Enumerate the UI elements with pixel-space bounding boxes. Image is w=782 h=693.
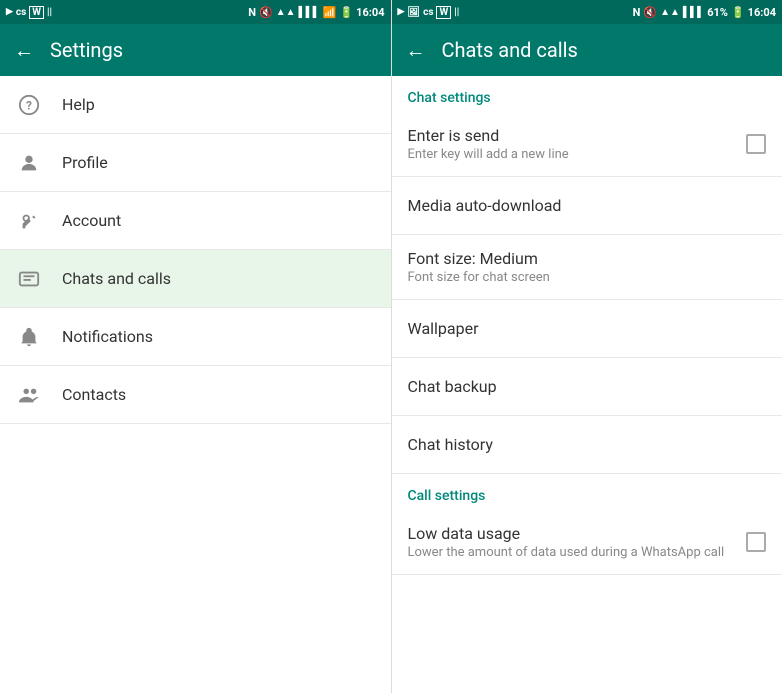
- chat-backup-text: Chat backup: [408, 377, 497, 396]
- settings-title: Settings: [50, 38, 123, 62]
- contacts-icon: [16, 382, 42, 408]
- enter-is-send-subtitle: Enter key will add a new line: [408, 147, 569, 162]
- right-toolbar: ← Chats and calls: [392, 24, 782, 76]
- wifi-icon-right: ▲▲: [660, 7, 680, 18]
- battery-icon-right: 🔋: [731, 6, 745, 19]
- notifications-label: Notifications: [62, 327, 153, 346]
- chat-backup-item[interactable]: Chat backup: [392, 358, 782, 416]
- notifications-icon: [16, 324, 42, 350]
- chats-icon: [16, 266, 42, 292]
- time-label: 16:04: [356, 6, 384, 19]
- n-icon: N: [248, 6, 256, 19]
- low-data-usage-title: Low data usage: [408, 524, 725, 543]
- call-settings-header: Call settings: [392, 474, 782, 510]
- wifi-icon: ▲▲: [276, 7, 296, 18]
- font-size-item[interactable]: Font size: Medium Font size for chat scr…: [392, 235, 782, 300]
- left-toolbar: ← Settings: [0, 24, 391, 76]
- chat-history-text: Chat history: [408, 435, 493, 454]
- image-icon: 🖼: [407, 7, 420, 18]
- chats-calls-title: Chats and calls: [442, 38, 578, 62]
- left-panel: ▶ cs W || N 🔇 ▲▲ ▌▌▌ 📶 🔋 16:04 ← Setting…: [0, 0, 392, 693]
- w-icon-right: W: [436, 6, 451, 19]
- right-panel: ▶ 🖼 cs W || N 🔇 ▲▲ ▌▌▌ 61% 🔋 16:04 ← Cha…: [392, 0, 782, 693]
- right-content: Chat settings Enter is send Enter key wi…: [392, 76, 782, 693]
- back-button-right[interactable]: ←: [406, 38, 426, 63]
- signal-icon-right: ▌▌▌: [683, 7, 704, 18]
- left-status-bar: ▶ cs W || N 🔇 ▲▲ ▌▌▌ 📶 🔋 16:04: [0, 0, 391, 24]
- font-size-title: Font size: Medium: [408, 249, 550, 268]
- chat-history-item[interactable]: Chat history: [392, 416, 782, 474]
- menu-item-profile[interactable]: Profile: [0, 134, 391, 192]
- menu-item-chats[interactable]: Chats and calls: [0, 250, 391, 308]
- signal-bars: ||: [47, 7, 52, 18]
- mute-icon-right: 🔇: [643, 6, 657, 19]
- menu-item-account[interactable]: Account: [0, 192, 391, 250]
- low-data-usage-text: Low data usage Lower the amount of data …: [408, 524, 725, 560]
- enter-is-send-checkbox[interactable]: [746, 134, 766, 154]
- media-auto-download-title: Media auto-download: [408, 196, 562, 215]
- font-size-subtitle: Font size for chat screen: [408, 270, 550, 285]
- svg-text:?: ?: [26, 98, 32, 112]
- mute-icon: 🔇: [259, 6, 273, 19]
- contacts-label: Contacts: [62, 385, 126, 404]
- low-data-usage-checkbox[interactable]: [746, 532, 766, 552]
- settings-menu: ? Help Profile Account: [0, 76, 391, 693]
- left-status-icons: ▶ cs W ||: [6, 6, 52, 19]
- profile-icon: [16, 150, 42, 176]
- battery-icon: 🔋: [339, 6, 353, 19]
- media-auto-download-item[interactable]: Media auto-download: [392, 177, 782, 235]
- wallpaper-title: Wallpaper: [408, 319, 479, 338]
- media-auto-download-text: Media auto-download: [408, 196, 562, 215]
- cs-label: cs: [16, 7, 26, 18]
- play-icon-right: ▶: [398, 7, 405, 17]
- chats-label: Chats and calls: [62, 269, 171, 288]
- chat-settings-header: Chat settings: [392, 76, 782, 112]
- account-label: Account: [62, 211, 121, 230]
- low-data-usage-subtitle: Lower the amount of data used during a W…: [408, 545, 725, 560]
- menu-item-help[interactable]: ? Help: [0, 76, 391, 134]
- chat-backup-title: Chat backup: [408, 377, 497, 396]
- chat-history-title: Chat history: [408, 435, 493, 454]
- right-status-icons: N 🔇 ▲▲ ▌▌▌ 📶 🔋 16:04: [248, 6, 384, 19]
- play-icon: ▶: [6, 7, 13, 17]
- n-icon-right: N: [633, 6, 641, 19]
- profile-label: Profile: [62, 153, 108, 172]
- right-status-bar: ▶ 🖼 cs W || N 🔇 ▲▲ ▌▌▌ 61% 🔋 16:04: [392, 0, 782, 24]
- cs-label-right: cs: [423, 7, 433, 18]
- wallpaper-text: Wallpaper: [408, 319, 479, 338]
- enter-is-send-item[interactable]: Enter is send Enter key will add a new l…: [392, 112, 782, 177]
- low-data-usage-item[interactable]: Low data usage Lower the amount of data …: [392, 510, 782, 575]
- enter-is-send-text: Enter is send Enter key will add a new l…: [408, 126, 569, 162]
- menu-item-contacts[interactable]: Contacts: [0, 366, 391, 424]
- account-icon: [16, 208, 42, 234]
- battery-label-right: 61%: [707, 6, 728, 19]
- font-size-text: Font size: Medium Font size for chat scr…: [408, 249, 550, 285]
- back-button-left[interactable]: ←: [14, 38, 34, 63]
- right-status-right-icons: N 🔇 ▲▲ ▌▌▌ 61% 🔋 16:04: [633, 6, 776, 19]
- help-icon: ?: [16, 92, 42, 118]
- wallpaper-item[interactable]: Wallpaper: [392, 300, 782, 358]
- menu-item-notifications[interactable]: Notifications: [0, 308, 391, 366]
- help-label: Help: [62, 95, 95, 114]
- enter-is-send-title: Enter is send: [408, 126, 569, 145]
- w-icon: W: [29, 6, 44, 19]
- signal-icon: ▌▌▌: [298, 7, 319, 18]
- battery-label: 📶: [323, 6, 337, 19]
- time-label-right: 16:04: [748, 6, 776, 19]
- right-status-left: ▶ 🖼 cs W ||: [398, 6, 460, 19]
- signal-bars-right: ||: [454, 7, 459, 18]
